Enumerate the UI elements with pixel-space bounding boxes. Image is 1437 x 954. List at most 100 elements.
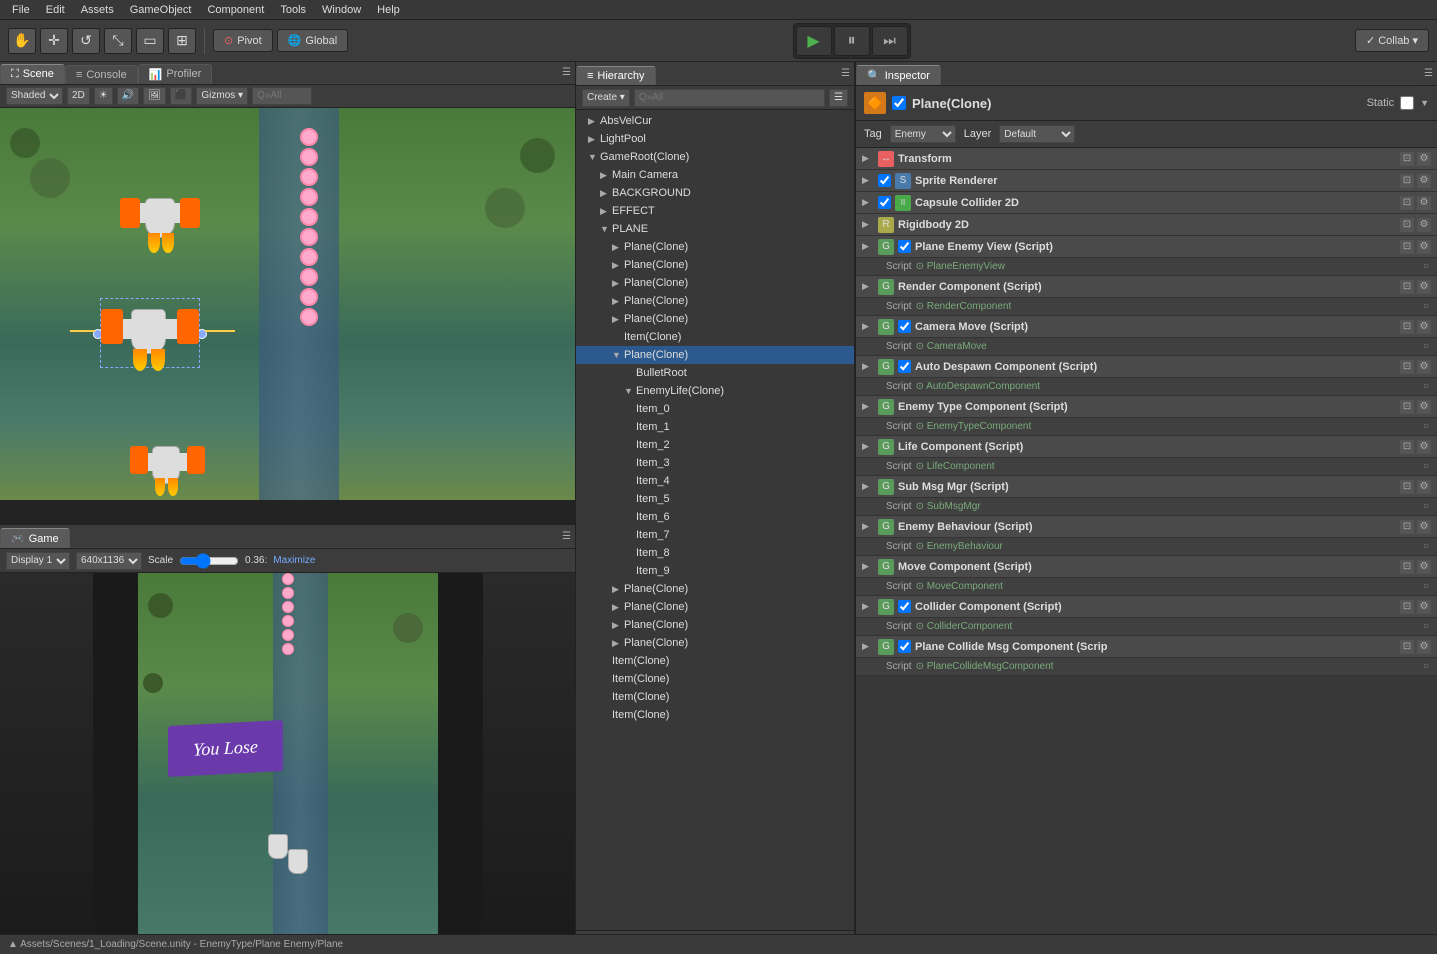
resolution-select[interactable]: 640x1136 [76,552,142,570]
game-panel-options[interactable]: ☰ [558,529,575,544]
step-button[interactable]: ⏭ [872,26,908,56]
component-settings-btn-ad[interactable]: ⚙ [1417,360,1431,374]
component-settings-btn[interactable]: ⚙ [1417,152,1431,166]
tab-profiler[interactable]: 📊 Profiler [138,64,213,84]
global-button[interactable]: 🌐 Global [277,29,349,52]
hierarchy-create-btn[interactable]: Create ▾ [582,89,630,107]
tree-item-maincamera[interactable]: ▶ Main Camera [576,166,854,184]
tree-item-planeclone-6[interactable]: ▶Plane(Clone) [576,580,854,598]
tree-item-planeclone-selected[interactable]: ▼ Plane(Clone) [576,346,854,364]
plane-collide-checkbox[interactable] [898,640,911,653]
tree-item-itemclone-5[interactable]: Item(Clone) [576,706,854,724]
tree-item-item5[interactable]: Item_5 [576,490,854,508]
component-life-component[interactable]: ▶ G Life Component (Script) ⊡ ⚙ [856,436,1437,458]
rotate-tool-btn[interactable]: ↺ [72,28,100,54]
rect-tool-btn[interactable]: ▭ [136,28,164,54]
component-ref-btn-et[interactable]: ⊡ [1400,400,1414,414]
menu-gameobject[interactable]: GameObject [122,4,200,16]
component-settings-btn-mc[interactable]: ⚙ [1417,560,1431,574]
tree-item-item7[interactable]: Item_7 [576,526,854,544]
tree-item-lightpool[interactable]: ▶ LightPool [576,130,854,148]
component-ref-btn-rigidbody[interactable]: ⊡ [1400,218,1414,232]
play-button[interactable]: ▶ [796,26,832,56]
tree-item-background[interactable]: ▶ BACKGROUND [576,184,854,202]
tree-item-item0[interactable]: Item_0 [576,400,854,418]
tree-item-planeclone-5[interactable]: ▶ Plane(Clone) [576,310,854,328]
gizmos-button[interactable]: Gizmos ▾ [196,87,248,105]
tree-item-effect[interactable]: ▶ EFFECT [576,202,854,220]
image-effects-button[interactable]: 🖼 [143,87,166,105]
tree-item-gameroot[interactable]: ▼ GameRoot(Clone) [576,148,854,166]
component-settings-btn-cm[interactable]: ⚙ [1417,320,1431,334]
component-plane-enemy-view[interactable]: ▶ G Plane Enemy View (Script) ⊡ ⚙ [856,236,1437,258]
auto-despawn-checkbox[interactable] [898,360,911,373]
component-settings-btn-rigidbody[interactable]: ⚙ [1417,218,1431,232]
component-enemy-behaviour[interactable]: ▶ G Enemy Behaviour (Script) ⊡ ⚙ [856,516,1437,538]
component-ref-btn-eb[interactable]: ⊡ [1400,520,1414,534]
tree-item-item6[interactable]: Item_6 [576,508,854,526]
menu-edit[interactable]: Edit [38,4,73,16]
scale-slider[interactable] [179,554,239,568]
menu-component[interactable]: Component [199,4,272,16]
plane-enemy-view-checkbox[interactable] [898,240,911,253]
camera-move-checkbox[interactable] [898,320,911,333]
tree-item-absvelcur[interactable]: ▶ AbsVelCur [576,112,854,130]
display-select[interactable]: Display 1 [6,552,70,570]
component-settings-btn-pcm[interactable]: ⚙ [1417,640,1431,654]
component-camera-move[interactable]: ▶ G Camera Move (Script) ⊡ ⚙ [856,316,1437,338]
component-settings-btn-cc[interactable]: ⚙ [1417,600,1431,614]
tree-item-itemclone-1[interactable]: ▶ Item(Clone) [576,328,854,346]
collider-component-checkbox[interactable] [898,600,911,613]
menu-assets[interactable]: Assets [73,4,122,16]
tree-item-plane[interactable]: ▼ PLANE [576,220,854,238]
obj-active-checkbox[interactable] [892,96,906,110]
hierarchy-panel-options[interactable]: ☰ [837,66,854,81]
tree-item-itemclone-4[interactable]: Item(Clone) [576,688,854,706]
tree-item-bulletroot[interactable]: ▶ BulletRoot [576,364,854,382]
component-ref-btn-smm[interactable]: ⊡ [1400,480,1414,494]
component-ref-btn-cc[interactable]: ⊡ [1400,600,1414,614]
component-settings-btn-pev[interactable]: ⚙ [1417,240,1431,254]
component-ref-btn-rc[interactable]: ⊡ [1400,280,1414,294]
component-auto-despawn[interactable]: ▶ G Auto Despawn Component (Script) ⊡ ⚙ [856,356,1437,378]
component-settings-btn-lc[interactable]: ⚙ [1417,440,1431,454]
menu-window[interactable]: Window [314,4,369,16]
tree-item-item4[interactable]: Item_4 [576,472,854,490]
scene-effects-button[interactable]: ⬛ [170,87,192,105]
panel-options[interactable]: ☰ [558,65,575,80]
component-move-component[interactable]: ▶ G Move Component (Script) ⊡ ⚙ [856,556,1437,578]
menu-file[interactable]: File [4,4,38,16]
menu-tools[interactable]: Tools [272,4,314,16]
maximize-label[interactable]: Maximize [273,555,315,566]
component-ref-btn-cm[interactable]: ⊡ [1400,320,1414,334]
component-ref-btn-collider[interactable]: ⊡ [1400,196,1414,210]
tree-item-item8[interactable]: Item_8 [576,544,854,562]
tree-item-enemylife[interactable]: ▼ EnemyLife(Clone) [576,382,854,400]
component-settings-btn-sprite[interactable]: ⚙ [1417,174,1431,188]
hand-tool-btn[interactable]: ✋ [8,28,36,54]
component-ref-btn-pev[interactable]: ⊡ [1400,240,1414,254]
inspector-panel-options[interactable]: ☰ [1420,66,1437,81]
tree-item-item3[interactable]: Item_3 [576,454,854,472]
component-sub-msg-mgr[interactable]: ▶ G Sub Msg Mgr (Script) ⊡ ⚙ [856,476,1437,498]
tab-console[interactable]: ≡ Console [65,65,138,84]
component-settings-btn-et[interactable]: ⚙ [1417,400,1431,414]
tree-item-planeclone-7[interactable]: ▶Plane(Clone) [576,598,854,616]
tree-item-planeclone-8[interactable]: ▶Plane(Clone) [576,616,854,634]
static-dropdown-arrow[interactable]: ▼ [1420,98,1429,108]
shaded-select[interactable]: Shaded [6,87,63,105]
component-ref-btn-sprite[interactable]: ⊡ [1400,174,1414,188]
layer-select[interactable]: Default UI Background [999,125,1075,143]
static-checkbox[interactable] [1400,96,1414,110]
lighting-button[interactable]: ☀ [94,87,113,105]
tree-item-item9[interactable]: Item_9 [576,562,854,580]
pause-button[interactable]: ⏸ [834,26,870,56]
component-ref-btn-lc[interactable]: ⊡ [1400,440,1414,454]
component-settings-btn-rc[interactable]: ⚙ [1417,280,1431,294]
tree-item-itemclone-3[interactable]: Item(Clone) [576,670,854,688]
tree-item-planeclone-3[interactable]: ▶ Plane(Clone) [576,274,854,292]
component-ref-btn-mc[interactable]: ⊡ [1400,560,1414,574]
component-enemy-type[interactable]: ▶ G Enemy Type Component (Script) ⊡ ⚙ [856,396,1437,418]
tab-hierarchy[interactable]: ≡ Hierarchy [576,66,656,85]
2d-button[interactable]: 2D [67,87,90,105]
